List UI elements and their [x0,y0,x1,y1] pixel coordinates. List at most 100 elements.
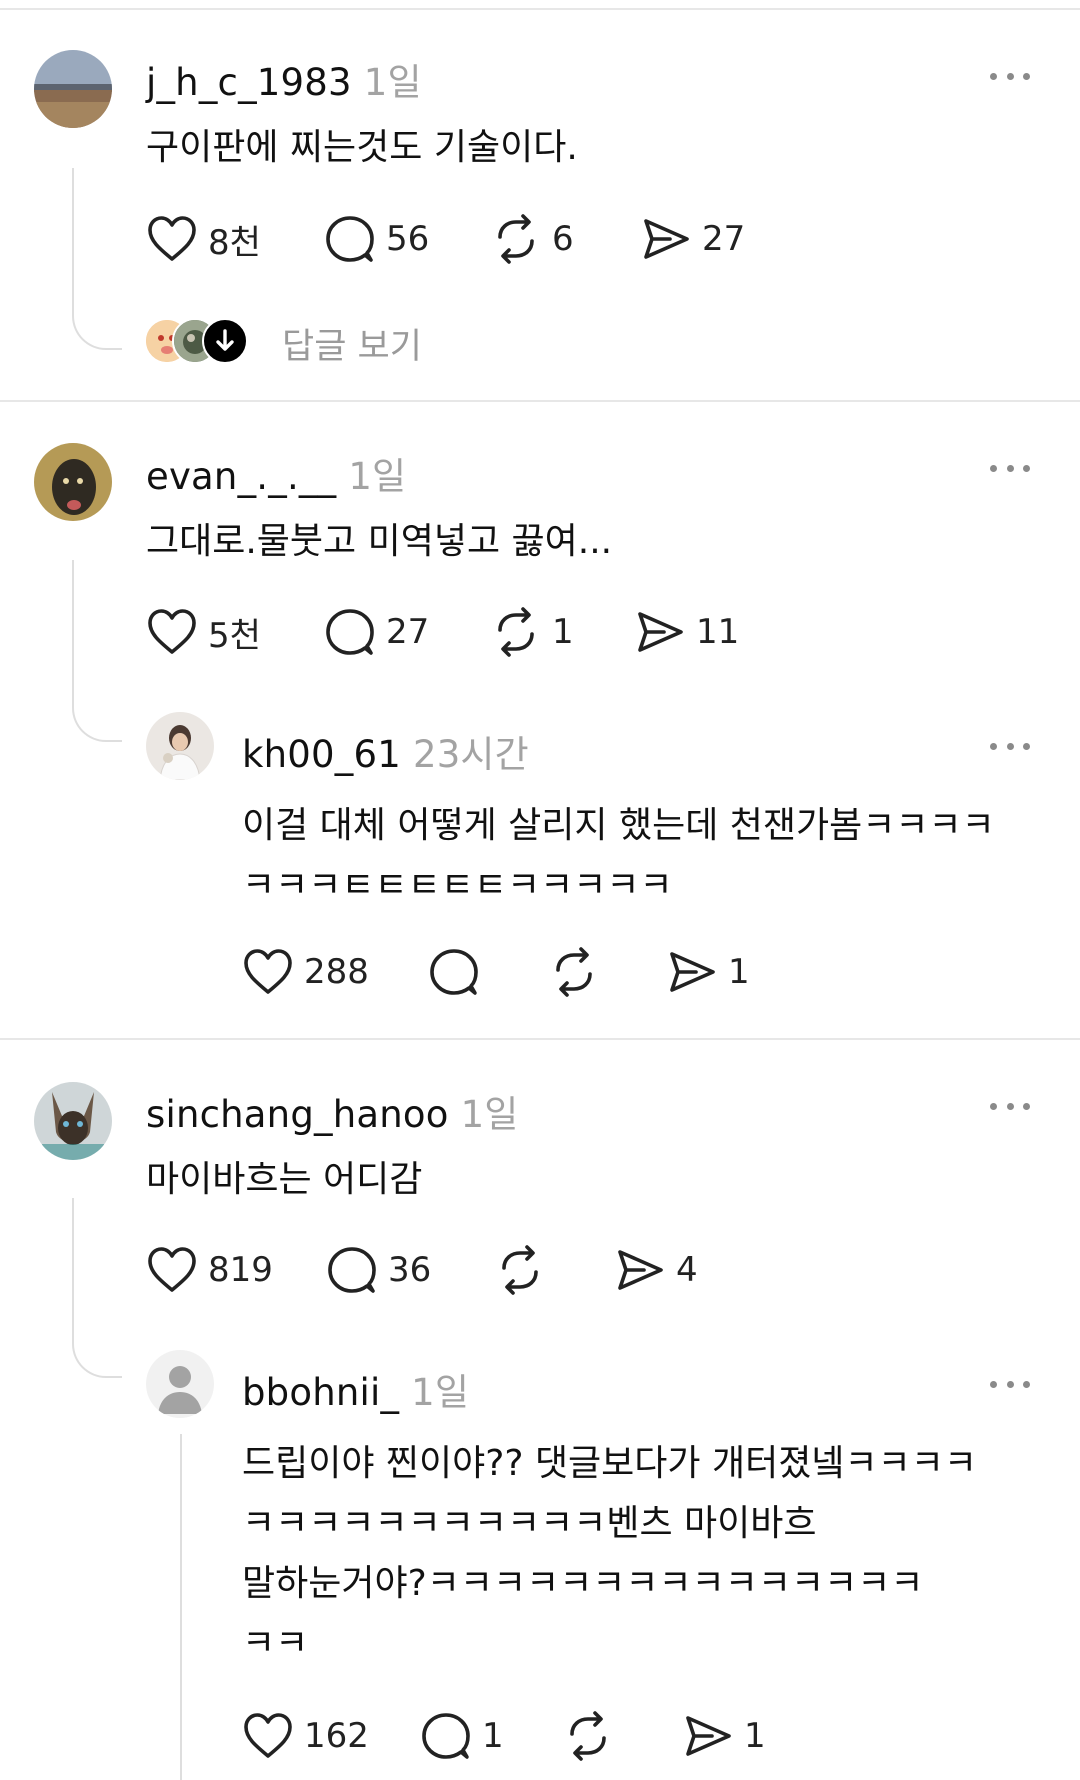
reply-text-line: 드립이야 찐이야?? 댓글보다가 개터졌넼ㅋㅋㅋㅋ [242,1443,977,1484]
share-icon [638,612,683,652]
share-icon [644,219,689,259]
repost-button[interactable] [494,1244,556,1296]
repost-button[interactable] [562,1710,624,1762]
repost-icon [498,607,534,657]
comment-header: sinchang_hanoo 1일 [146,1084,519,1138]
thread-line [72,560,122,742]
share-count: 1 [744,1716,766,1756]
repost-icon [570,1711,606,1761]
reply-text-line: 이걸 대체 어떻게 살리지 했는데 천잰가봄ㅋㅋㅋㅋ [242,805,995,846]
like-count: 8천 [208,222,261,263]
like-count: 162 [304,1716,369,1756]
username[interactable]: evan_._.__ [146,455,336,498]
avatar[interactable] [34,50,112,128]
timestamp: 1일 [348,455,407,498]
more-icon[interactable] [990,70,1030,82]
reply-count: 1 [482,1716,504,1756]
share-icon [670,952,715,992]
reply-count: 27 [386,612,430,652]
like-button[interactable]: 162 [242,1710,369,1762]
like-count: 5천 [208,615,261,656]
comment-text: 그대로.물붓고 미역넣고 끓여... [146,521,613,562]
repost-icon [556,947,592,997]
comment-text: 마이바흐는 어디감 [146,1159,423,1200]
reply-button[interactable]: 1 [420,1710,504,1762]
repost-count: 1 [552,612,574,652]
share-icon [618,1250,663,1290]
reply-header: bbohnii_ 1일 [242,1362,469,1416]
repost-button[interactable] [548,946,610,998]
reply-button[interactable]: 36 [326,1244,431,1296]
timestamp: 23시간 [412,733,529,776]
divider [0,1038,1080,1040]
like-count: 819 [208,1250,273,1290]
default-avatar-icon [146,1350,214,1418]
heart-icon [148,1247,196,1292]
more-icon[interactable] [990,462,1030,474]
repost-button[interactable]: 1 [490,606,574,658]
share-button[interactable]: 1 [666,946,750,998]
reply-text-line: ㅋㅋ [242,1623,309,1664]
share-count: 27 [702,219,746,259]
heart-icon [148,609,196,654]
reply-count: 56 [386,219,430,259]
like-button[interactable]: 288 [242,946,369,998]
thread-line [72,168,122,350]
reply-text-line: ㅋㅋㅋㅋㅋㅋㅋㅋㅋㅋㅋ벤츠 마이바흐 [242,1503,817,1544]
share-count: 4 [676,1250,698,1290]
avatar[interactable] [146,1350,214,1418]
heart-icon [244,1713,292,1758]
share-button[interactable]: 4 [614,1244,698,1296]
like-button[interactable]: 819 [146,1244,273,1296]
avatar[interactable] [146,712,214,780]
repost-icon [498,214,534,264]
comment-icon [430,949,478,995]
more-icon[interactable] [990,1378,1030,1390]
comment-header: evan_._.__ 1일 [146,446,406,500]
like-count: 288 [304,952,369,992]
reply-text-line: 말하눈거야?ㅋㅋㅋㅋㅋㅋㅋㅋㅋㅋㅋㅋㅋㅋㅋ [242,1563,924,1604]
heart-icon [244,949,292,994]
comment-text: 구이판에 찌는것도 기술이다. [146,127,578,168]
username[interactable]: sinchang_hanoo [146,1093,449,1136]
timestamp: 1일 [411,1371,470,1414]
share-count: 1 [728,952,750,992]
repost-count: 6 [552,219,574,259]
reply-header: kh00_61 23시간 [242,724,529,778]
like-button[interactable]: 8천 [146,213,261,265]
comment-header: j_h_c_1983 1일 [146,52,422,106]
more-icon[interactable] [990,740,1030,752]
share-count: 11 [696,612,740,652]
reply-button[interactable]: 56 [324,213,429,265]
username[interactable]: kh00_61 [242,733,401,776]
more-icon[interactable] [990,1100,1030,1112]
arrow-down-icon [216,329,234,351]
username[interactable]: bbohnii_ [242,1371,399,1414]
username[interactable]: j_h_c_1983 [146,61,352,104]
comment-icon [326,216,374,262]
reply-count: 36 [388,1250,432,1290]
top-divider [0,8,1080,10]
repost-button[interactable]: 6 [490,213,574,265]
timestamp: 1일 [363,61,422,104]
reply-button[interactable] [428,946,490,998]
reply-button[interactable]: 27 [324,606,429,658]
comment-icon [326,609,374,655]
share-button[interactable]: 1 [682,1710,766,1762]
like-button[interactable]: 5천 [146,606,261,658]
avatar[interactable] [34,1082,112,1160]
reply-text-line: ㅋㅋㅋㅌㅌㅌㅌㅌㅋㅋㅋㅋㅋ [242,865,673,906]
share-button[interactable]: 11 [634,606,739,658]
comment-icon [328,1247,376,1293]
avatar[interactable] [34,443,112,521]
share-button[interactable]: 27 [640,213,745,265]
view-replies-button[interactable] [202,318,248,364]
repost-icon [502,1245,538,1295]
comment-icon [422,1713,470,1759]
heart-icon [148,216,196,261]
view-replies-link[interactable]: 답글 보기 [282,318,422,369]
timestamp: 1일 [460,1093,519,1136]
thread-line [72,1198,122,1378]
thread-line [180,1434,182,1780]
divider [0,400,1080,402]
